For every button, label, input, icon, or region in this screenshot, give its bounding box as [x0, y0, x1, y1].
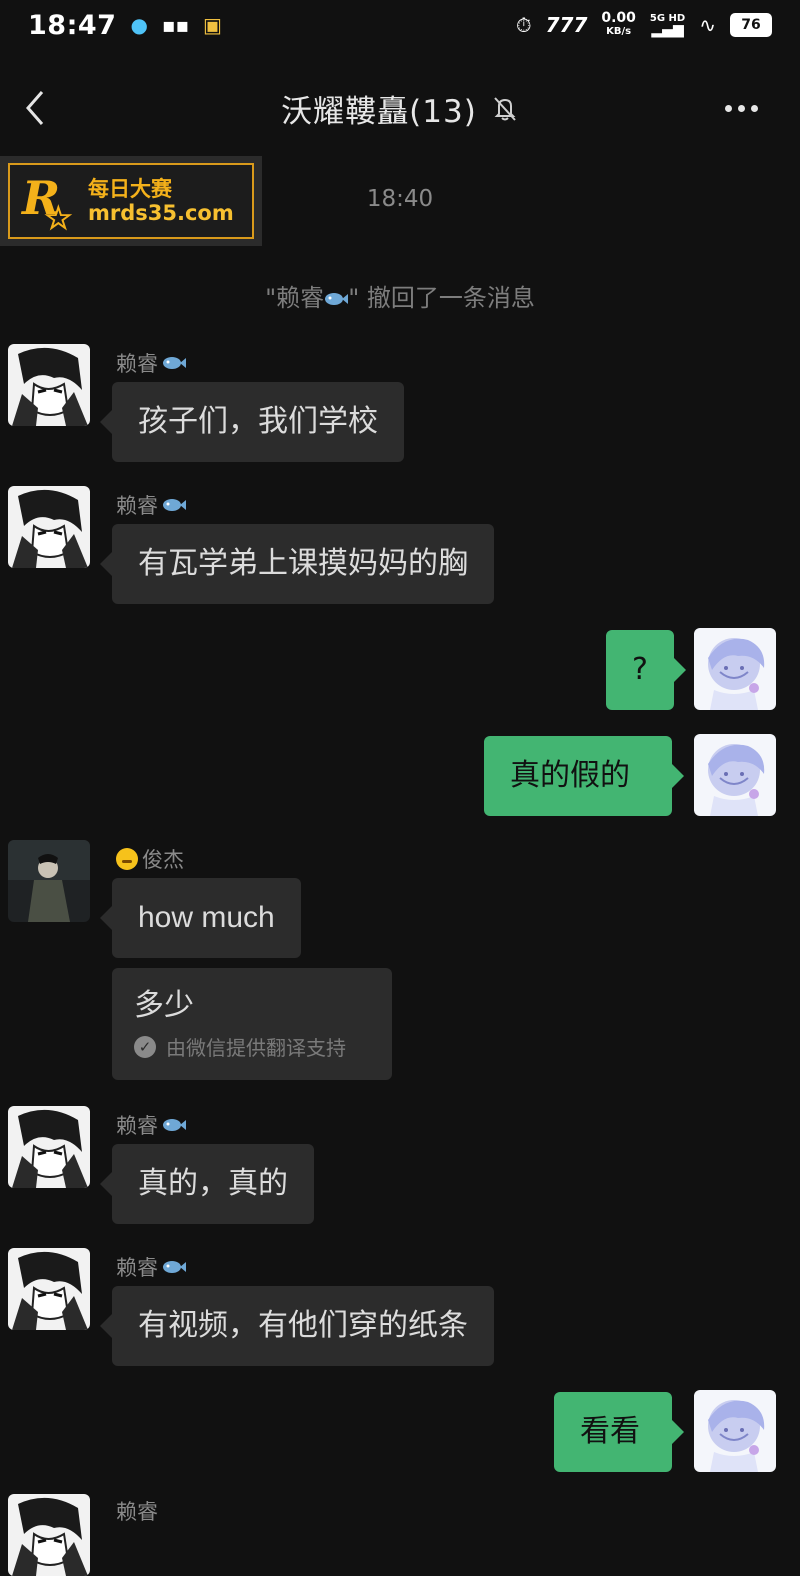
- wifi-icon: ∿: [699, 13, 716, 37]
- fish-emoji-icon: [163, 357, 186, 369]
- message-bubble[interactable]: ?: [606, 630, 686, 710]
- avatar-me[interactable]: [694, 734, 776, 816]
- avatar-lairui[interactable]: [8, 1106, 90, 1188]
- avatar-lairui[interactable]: [8, 486, 90, 568]
- message-bubble[interactable]: 有瓦学弟上课摸妈妈的胸: [100, 524, 494, 604]
- avatar-lairui[interactable]: [8, 344, 90, 426]
- back-icon: [26, 91, 44, 125]
- qq-penguin-icon: ●: [130, 13, 148, 37]
- translation-text: 多少: [134, 988, 194, 1023]
- avatar-me[interactable]: [694, 628, 776, 710]
- check-icon: ✓: [134, 1035, 156, 1058]
- fish-emoji-icon: [163, 499, 186, 511]
- avatar-lairui[interactable]: [8, 1248, 90, 1330]
- sender-name: 俊杰: [116, 844, 184, 874]
- sender-name: 赖睿: [116, 1110, 186, 1140]
- alarm-icon: ⏱: [516, 13, 532, 37]
- network-speed: 0.00 KB/s: [601, 10, 636, 37]
- sender-name: 赖睿: [116, 1252, 186, 1282]
- chat-header: 沃耀鞻矗(13): [0, 60, 800, 156]
- chat-title: 沃耀鞻矗(13): [281, 93, 477, 130]
- smile-emoji-icon: [116, 848, 138, 870]
- translation-card[interactable]: 多少 ✓ 由微信提供翻译支持: [112, 968, 392, 1080]
- message-bubble[interactable]: 孩子们，我们学校: [100, 382, 404, 462]
- sender-name: 赖睿: [116, 1500, 158, 1524]
- fish-emoji-icon: [163, 1261, 186, 1273]
- message-bubble[interactable]: 真的，真的: [100, 1144, 314, 1224]
- avatar-me[interactable]: [694, 1390, 776, 1472]
- signal-icon: 5G HD ▂▄▆: [649, 13, 686, 38]
- battery-icon: 76: [730, 13, 772, 37]
- translation-note: 由微信提供翻译支持: [166, 1036, 346, 1060]
- message-bubble[interactable]: 有视频，有他们穿的纸条: [100, 1286, 494, 1366]
- avatar-lairui[interactable]: [8, 1494, 90, 1576]
- nfc-icon: 777: [545, 13, 588, 37]
- game-app-icon: ▣: [203, 13, 222, 37]
- avatar-junjie[interactable]: [8, 840, 90, 922]
- sender-name: 赖睿: [116, 348, 186, 378]
- more-icon[interactable]: [716, 90, 766, 126]
- recall-notice: "赖睿 " 撤回了一条消息: [265, 284, 535, 312]
- fish-emoji-icon: [325, 293, 349, 305]
- status-bar: 18:47 ● ▪▪ ▣ ⏱ 777 0.00 KB/s 5G HD ▂▄▆ ∿…: [0, 0, 800, 50]
- back-button[interactable]: [10, 78, 60, 138]
- message-bubble[interactable]: 真的假的: [484, 736, 684, 816]
- message-bubble[interactable]: how much: [100, 878, 301, 958]
- mute-bell-icon: [494, 97, 516, 121]
- message-timestamp: 18:40: [366, 186, 434, 212]
- message-bubble[interactable]: 看看: [554, 1392, 684, 1472]
- sender-name: 赖睿: [116, 490, 186, 520]
- status-time: 18:47: [28, 9, 117, 41]
- fish-emoji-icon: [163, 1119, 186, 1131]
- app-notification-icon: ▪▪: [161, 13, 190, 37]
